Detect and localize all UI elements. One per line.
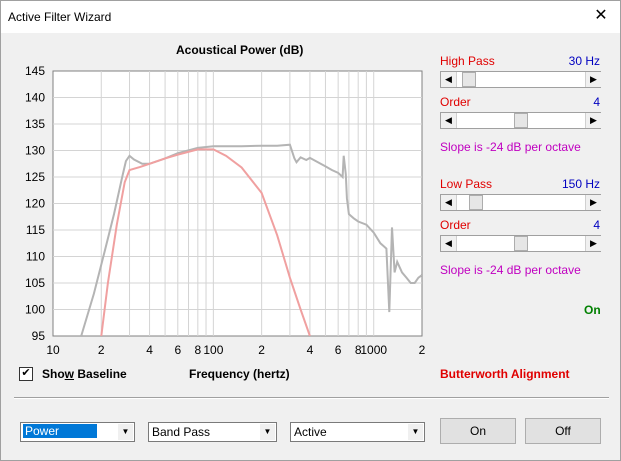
arrow-right-icon[interactable]: ▶ (585, 195, 601, 210)
y-tick-label: 95 (32, 329, 46, 343)
y-tick-label: 130 (25, 144, 45, 158)
frequency-response-chart: 1451401351301251201151101051009510 2 4 6 8 10… (25, 64, 426, 357)
order-slider-2[interactable]: ◀ ▶ (440, 235, 601, 252)
separator (14, 397, 609, 399)
chart-title: Acoustical Power (dB) (176, 43, 304, 57)
status-text: On (584, 303, 601, 317)
y-tick-label: 125 (25, 170, 45, 184)
order-label-1: Order (440, 95, 471, 109)
window-title: Active Filter Wizard (8, 10, 112, 24)
order-label-2: Order (440, 218, 471, 232)
y-tick-label: 115 (26, 223, 45, 237)
slider-thumb[interactable] (514, 236, 528, 251)
x-tick-label: 2 (258, 343, 265, 357)
slider-thumb[interactable] (514, 113, 528, 128)
mode-select[interactable]: Power ▼ (20, 422, 135, 442)
slider-thumb[interactable] (469, 195, 483, 210)
order-slider-1[interactable]: ◀ ▶ (440, 112, 601, 129)
show-baseline-checkbox[interactable]: ✔ (19, 367, 33, 381)
type-select-value: Band Pass (152, 425, 211, 439)
slider-thumb[interactable] (462, 72, 476, 87)
arrow-right-icon[interactable]: ▶ (585, 236, 601, 251)
arrow-right-icon[interactable]: ▶ (585, 72, 601, 87)
arrow-left-icon[interactable]: ◀ (441, 236, 457, 251)
y-tick-label: 140 (25, 91, 45, 105)
low-pass-label: Low Pass (440, 177, 493, 191)
filter-wizard-window: Active Filter Wizard ✕ Acoustical Power … (0, 0, 621, 461)
chevron-down-icon: ▼ (118, 424, 133, 440)
alignment-text: Butterworth Alignment (440, 367, 570, 381)
high-pass-slider[interactable]: ◀ ▶ (440, 71, 601, 88)
title-bar: Active Filter Wizard ✕ (1, 1, 620, 33)
y-tick-label: 100 (25, 303, 45, 317)
x-tick-label: 4 (307, 343, 314, 357)
order-value-2: 4 (593, 218, 600, 232)
y-tick-label: 110 (26, 250, 45, 264)
on-button[interactable]: On (440, 418, 516, 444)
slope-text-2: Slope is -24 dB per octave (440, 263, 581, 277)
arrow-left-icon[interactable]: ◀ (441, 195, 457, 210)
chevron-down-icon: ▼ (260, 424, 275, 440)
x-tick-label: 1000 (360, 343, 387, 357)
x-axis-label: Frequency (hertz) (189, 367, 290, 381)
x-tick-label: 100 (203, 343, 223, 357)
x-tick-label: 2 (98, 343, 105, 357)
low-pass-slider[interactable]: ◀ ▶ (440, 194, 601, 211)
kind-select[interactable]: Active ▼ (290, 422, 425, 442)
high-pass-value: 30 Hz (568, 54, 600, 68)
close-icon[interactable]: ✕ (592, 7, 610, 25)
high-pass-label: High Pass (440, 54, 495, 68)
y-tick-label: 135 (25, 117, 45, 131)
y-tick-label: 120 (25, 197, 45, 211)
arrow-right-icon[interactable]: ▶ (585, 113, 601, 128)
x-tick-label: 8 (194, 343, 201, 357)
x-tick-label: 10 (46, 343, 60, 357)
x-tick-label: 6 (174, 343, 181, 357)
x-tick-label: 6 (335, 343, 342, 357)
low-pass-value: 150 Hz (561, 177, 600, 191)
arrow-left-icon[interactable]: ◀ (441, 113, 457, 128)
chevron-down-icon: ▼ (408, 424, 423, 440)
kind-select-value: Active (294, 425, 327, 439)
slope-text-1: Slope is -24 dB per octave (440, 140, 581, 154)
arrow-left-icon[interactable]: ◀ (441, 72, 457, 87)
y-tick-label: 105 (25, 276, 45, 290)
type-select[interactable]: Band Pass ▼ (148, 422, 277, 442)
x-tick-label: 4 (146, 343, 153, 357)
mode-select-value: Power (23, 424, 98, 438)
show-baseline-label[interactable]: Show Baseline (42, 367, 127, 381)
y-tick-label: 145 (25, 64, 45, 78)
off-button[interactable]: Off (525, 418, 601, 444)
order-value-1: 4 (593, 95, 600, 109)
x-tick-label: 2 (419, 343, 426, 357)
